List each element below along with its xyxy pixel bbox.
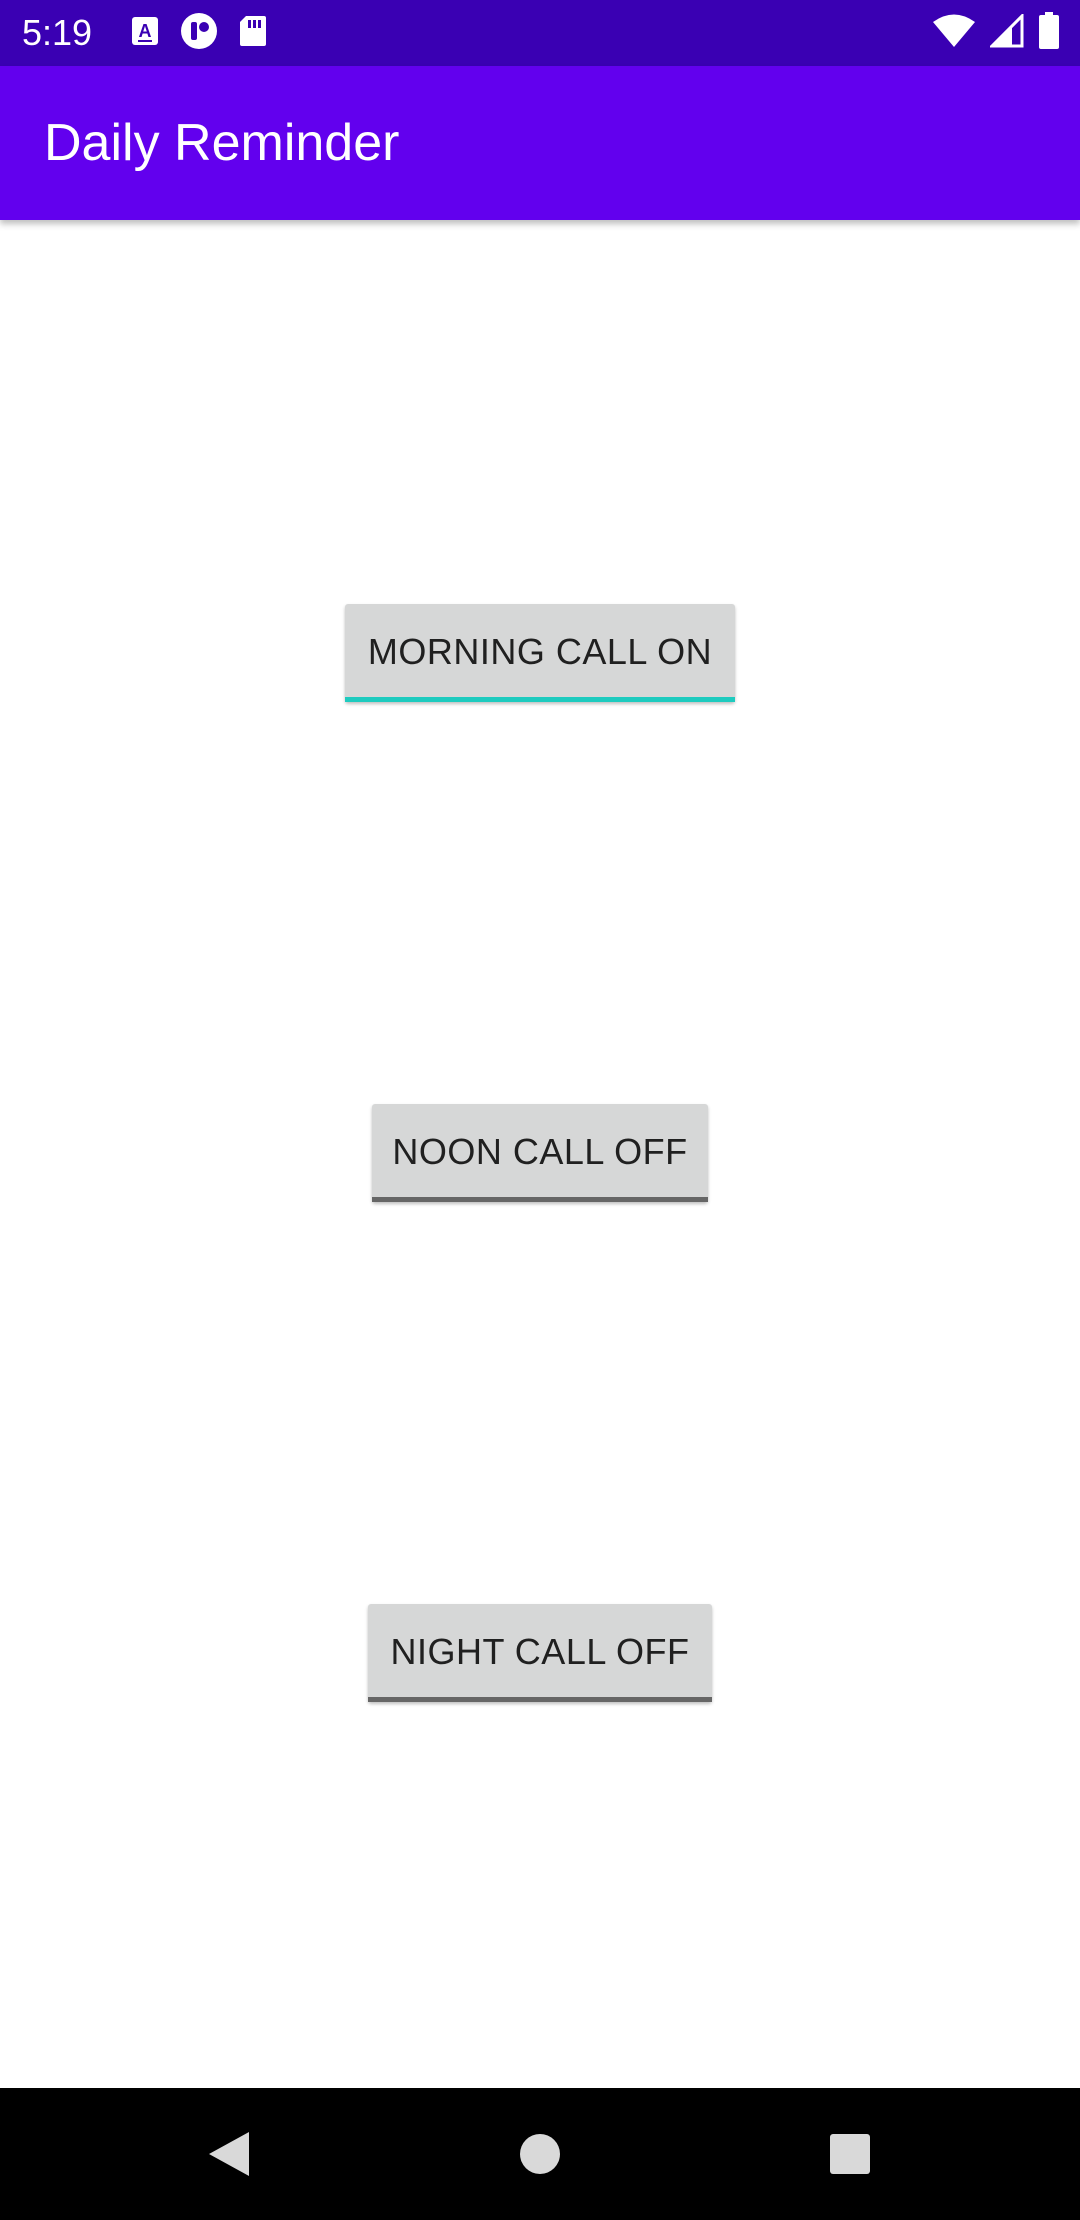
status-bar: 5:19 A <box>0 0 1080 66</box>
noon-call-button[interactable]: NOON CALL OFF <box>372 1104 708 1202</box>
navigation-bar <box>0 2088 1080 2220</box>
morning-call-indicator <box>345 697 735 702</box>
sd-card-icon <box>238 14 268 53</box>
status-system-icons <box>932 11 1060 55</box>
noon-call-indicator <box>372 1197 708 1202</box>
back-icon[interactable] <box>196 2122 260 2186</box>
morning-call-label: MORNING CALL ON <box>367 630 713 672</box>
home-icon[interactable] <box>508 2122 572 2186</box>
cell-signal-icon <box>988 11 1024 53</box>
recents-icon[interactable] <box>818 2122 882 2186</box>
noon-call-label: NOON CALL OFF <box>392 1130 688 1172</box>
status-notification-icons: A <box>130 12 268 53</box>
battery-icon <box>1038 11 1060 55</box>
wifi-icon <box>932 14 976 53</box>
notification-app-icon <box>180 12 218 55</box>
night-call-label: NIGHT CALL OFF <box>390 1630 690 1672</box>
app-bar: Daily Reminder <box>0 66 1080 220</box>
svg-text:A: A <box>139 21 152 41</box>
night-call-indicator <box>368 1697 712 1702</box>
night-call-button[interactable]: NIGHT CALL OFF <box>368 1604 712 1702</box>
status-time: 5:19 <box>22 12 93 53</box>
keyboard-a-icon: A <box>130 15 160 52</box>
morning-call-button[interactable]: MORNING CALL ON <box>345 604 735 702</box>
app-title: Daily Reminder <box>44 114 400 172</box>
screen: 5:19 A Daily Reminder MORNING CALL ON NO… <box>0 0 1080 2220</box>
